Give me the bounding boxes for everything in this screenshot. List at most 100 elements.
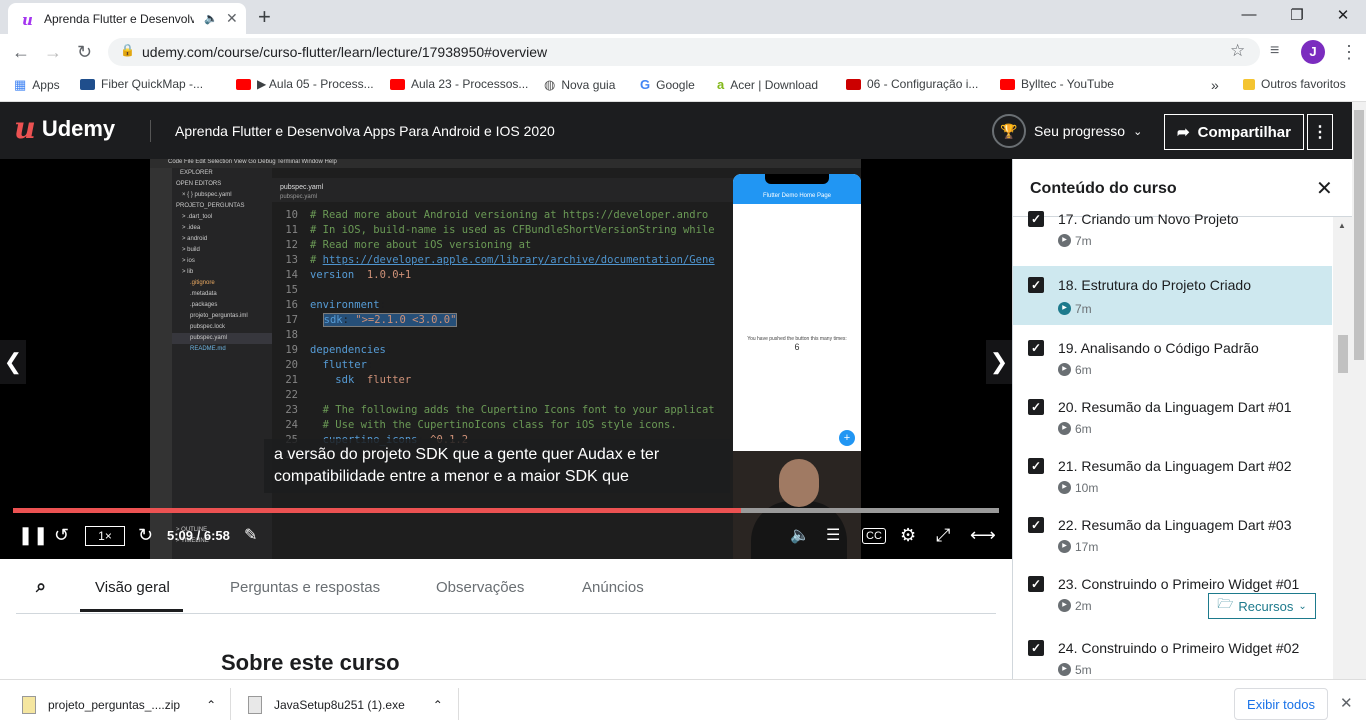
- bookmarks-bar: ▦ Apps Fiber QuickMap -... ▶ Aula 05 - Pr…: [0, 71, 1366, 102]
- media-control-icon[interactable]: ≡: [1270, 42, 1279, 60]
- bookmark-outros-favoritos[interactable]: Outros favoritos: [1243, 77, 1346, 91]
- acer-icon: a: [717, 77, 725, 92]
- kebab-menu-icon: ⋮: [1312, 124, 1328, 141]
- lecture-tabs: ⌕ Visão geral Perguntas e respostas Obse…: [16, 562, 996, 614]
- fullscreen-icon[interactable]: ⤢: [936, 525, 950, 546]
- browser-tab[interactable]: u Aprenda Flutter e Desenvolv 🔈 ✕: [8, 3, 246, 34]
- bookmark-fiber-quickmap[interactable]: Fiber QuickMap -...: [80, 77, 203, 91]
- page-scroll-thumb[interactable]: [1354, 110, 1364, 360]
- lecture-title: 24. Construindo o Primeiro Widget #02: [1058, 640, 1300, 656]
- window-close-icon[interactable]: ✕: [1320, 6, 1366, 24]
- bookmark-aula-23[interactable]: Aula 23 - Processos...: [390, 77, 528, 91]
- editor-tabs: pubspec.yaml pubspec.yaml: [272, 178, 742, 202]
- next-lecture-button[interactable]: ❯: [986, 340, 1012, 384]
- checkbox-checked-icon[interactable]: ✓: [1028, 340, 1044, 356]
- lecture-item[interactable]: ✓ 19. Analisando o Código Padrão ▶ 6m: [1013, 336, 1332, 395]
- page-scrollbar[interactable]: [1352, 102, 1366, 679]
- vscode-activity-bar: [150, 168, 172, 559]
- lecture-duration: 2m: [1075, 599, 1092, 613]
- bookmark-bylltec[interactable]: Bylltec - YouTube: [1000, 77, 1114, 91]
- checkbox-checked-icon[interactable]: ✓: [1028, 399, 1044, 415]
- playback-speed-button[interactable]: 1×: [85, 526, 125, 546]
- bookmark-apps[interactable]: ▦ Apps: [14, 77, 60, 93]
- previous-lecture-button[interactable]: ❮: [0, 340, 26, 384]
- udemy-logo[interactable]: u Udemy: [14, 114, 115, 144]
- downloads-close-icon[interactable]: ✕: [1340, 694, 1353, 712]
- rewind-icon[interactable]: ↺: [54, 525, 69, 546]
- transcript-icon[interactable]: ☰: [826, 525, 840, 545]
- captions-icon[interactable]: CC: [862, 528, 886, 544]
- url-text[interactable]: udemy.com/course/curso-flutter/learn/lec…: [142, 44, 547, 60]
- lecture-duration: 7m: [1075, 302, 1092, 316]
- search-icon[interactable]: ⌕: [36, 576, 46, 597]
- chevron-up-icon[interactable]: ⌃: [433, 698, 443, 712]
- resources-dropdown-button[interactable]: 🗁 Recursos ⌄: [1208, 593, 1316, 619]
- more-options-button[interactable]: ⋮: [1307, 114, 1333, 150]
- tab-notes[interactable]: Observações: [436, 579, 524, 596]
- bookmark-star-icon[interactable]: ☆: [1230, 41, 1245, 61]
- youtube-icon: [1000, 78, 1015, 90]
- lecture-item-current[interactable]: ✓ 18. Estrutura do Projeto Criado ▶ 7m: [1013, 266, 1332, 325]
- play-icon: ▶: [1058, 302, 1071, 315]
- fab-plus-icon: +: [839, 430, 855, 446]
- youtube-icon: [846, 78, 861, 90]
- lecture-item[interactable]: ✓ 17. Criando um Novo Projeto ▶ 7m: [1013, 207, 1332, 266]
- sidebar-scroll-thumb[interactable]: [1338, 335, 1348, 373]
- forward-icon[interactable]: ↻: [138, 525, 153, 546]
- reload-icon[interactable]: ↻: [77, 42, 92, 63]
- bookmark-configuracao[interactable]: 06 - Configuração i...: [846, 77, 978, 91]
- address-bar[interactable]: 🔒 udemy.com/course/curso-flutter/learn/l…: [108, 38, 1260, 66]
- tab-questions[interactable]: Perguntas e respostas: [230, 579, 380, 596]
- lecture-item[interactable]: ✓ 21. Resumão da Linguagem Dart #02 ▶ 10…: [1013, 454, 1332, 513]
- download-item[interactable]: projeto_perguntas_....zip ⌃: [22, 692, 216, 718]
- maximize-icon[interactable]: ❐: [1274, 6, 1320, 24]
- chevron-up-icon[interactable]: ⌃: [206, 698, 216, 712]
- back-icon[interactable]: ←: [12, 42, 30, 63]
- tab-overview[interactable]: Visão geral: [95, 579, 170, 596]
- sidebar-scrollbar[interactable]: ▲: [1333, 217, 1352, 679]
- play-icon: ▶: [1058, 234, 1071, 247]
- checkbox-checked-icon[interactable]: ✓: [1028, 576, 1044, 592]
- audio-playing-icon[interactable]: 🔈: [204, 12, 218, 25]
- browser-toolbar: ← → ↻ 🔒 udemy.com/course/curso-flutter/l…: [0, 34, 1366, 71]
- show-all-downloads-button[interactable]: Exibir todos: [1234, 688, 1328, 720]
- browser-menu-icon[interactable]: ⋮: [1340, 42, 1358, 63]
- notes-icon[interactable]: ✎: [244, 525, 257, 545]
- share-button[interactable]: ➦ Compartilhar: [1164, 114, 1304, 150]
- settings-gear-icon[interactable]: ⚙: [900, 525, 916, 546]
- bookmark-google[interactable]: G Google: [640, 77, 695, 92]
- share-arrow-icon: ➦: [1177, 124, 1190, 141]
- tab-close-icon[interactable]: ✕: [226, 10, 238, 27]
- counter-value: 6: [794, 342, 800, 352]
- bookmark-aula-05[interactable]: ▶ Aula 05 - Process...: [236, 77, 374, 91]
- lecture-item[interactable]: ✓ 22. Resumão da Linguagem Dart #03 ▶ 17…: [1013, 513, 1332, 572]
- close-icon[interactable]: ✕: [1316, 176, 1333, 201]
- video-progress-bar[interactable]: [13, 508, 999, 513]
- progress-dropdown[interactable]: 🏆 Seu progresso ⌄: [992, 114, 1142, 148]
- minimize-icon[interactable]: —: [1226, 6, 1272, 23]
- forward-icon[interactable]: →: [44, 42, 62, 63]
- new-tab-icon[interactable]: +: [258, 4, 271, 30]
- video-player[interactable]: Code File Edit Selection View Go Debug T…: [0, 159, 1012, 559]
- download-item[interactable]: JavaSetup8u251 (1).exe ⌃: [248, 692, 443, 718]
- volume-icon[interactable]: 🔈: [790, 525, 810, 545]
- udemy-header: u Udemy Aprenda Flutter e Desenvolva Apps…: [0, 102, 1366, 159]
- tab-announcements[interactable]: Anúncios: [582, 579, 644, 596]
- lecture-item[interactable]: ✓ 24. Construindo o Primeiro Widget #02 …: [1013, 636, 1332, 679]
- checkbox-checked-icon[interactable]: ✓: [1028, 277, 1044, 293]
- lock-icon[interactable]: 🔒: [120, 43, 135, 57]
- profile-avatar[interactable]: J: [1301, 40, 1325, 64]
- pause-icon[interactable]: ❚❚: [18, 525, 48, 546]
- expand-width-icon[interactable]: ⟷: [970, 525, 996, 546]
- checkbox-checked-icon[interactable]: ✓: [1028, 517, 1044, 533]
- bookmark-acer[interactable]: a Acer | Download: [717, 77, 818, 92]
- lecture-item[interactable]: ✓ 20. Resumão da Linguagem Dart #01 ▶ 6m: [1013, 395, 1332, 454]
- bookmark-nova-guia[interactable]: ◍ Nova guia: [544, 77, 615, 93]
- checkbox-checked-icon[interactable]: ✓: [1028, 640, 1044, 656]
- download-divider: [458, 688, 459, 720]
- checkbox-checked-icon[interactable]: ✓: [1028, 211, 1044, 227]
- course-title[interactable]: Aprenda Flutter e Desenvolva Apps Para A…: [175, 123, 555, 139]
- checkbox-checked-icon[interactable]: ✓: [1028, 458, 1044, 474]
- more-bookmarks-icon[interactable]: »: [1211, 77, 1219, 93]
- scroll-up-icon[interactable]: ▲: [1338, 221, 1346, 230]
